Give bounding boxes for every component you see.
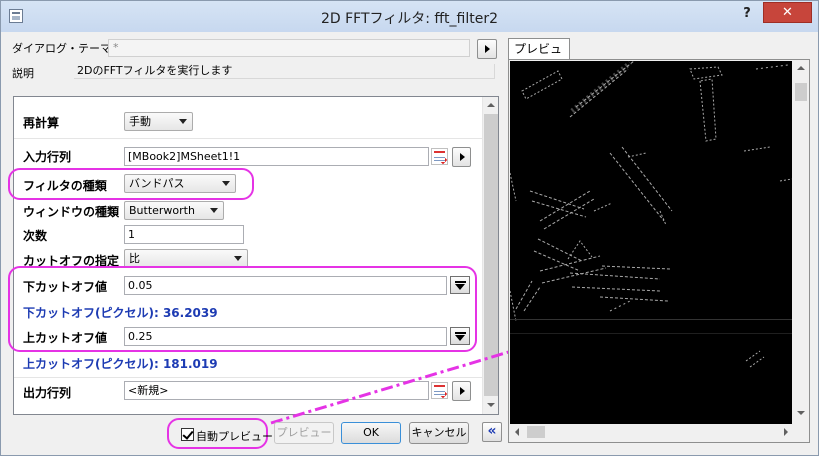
collapse-preview-button[interactable]: «: [482, 422, 502, 442]
preview-image: [510, 61, 792, 424]
scroll-thumb[interactable]: [527, 426, 545, 438]
chevron-right-icon: [784, 428, 788, 436]
chevron-up-icon: [797, 66, 805, 70]
chevron-left-icon: [515, 428, 519, 436]
preview-pane: [508, 59, 810, 443]
ok-button[interactable]: OK: [341, 422, 401, 444]
scroll-thumb[interactable]: [795, 83, 807, 101]
preview-horizontal-scrollbar[interactable]: [510, 424, 793, 441]
preview-vertical-scrollbar[interactable]: [793, 61, 809, 424]
auto-preview-label: 自動プレビュー: [196, 430, 273, 443]
cancel-button[interactable]: キャンセル: [409, 422, 469, 444]
chevron-down-icon: [797, 411, 805, 415]
auto-preview-checkbox[interactable]: [181, 428, 194, 441]
filtered-image-rendering: [510, 61, 792, 368]
tab-preview[interactable]: プレビュー: [508, 38, 570, 77]
fft-filter-dialog: 2D FFTフィルタ: fft_filter2 ? ✕ ダイアログ・テーマ(H)…: [0, 0, 819, 456]
preview-button[interactable]: プレビュー: [274, 422, 334, 444]
